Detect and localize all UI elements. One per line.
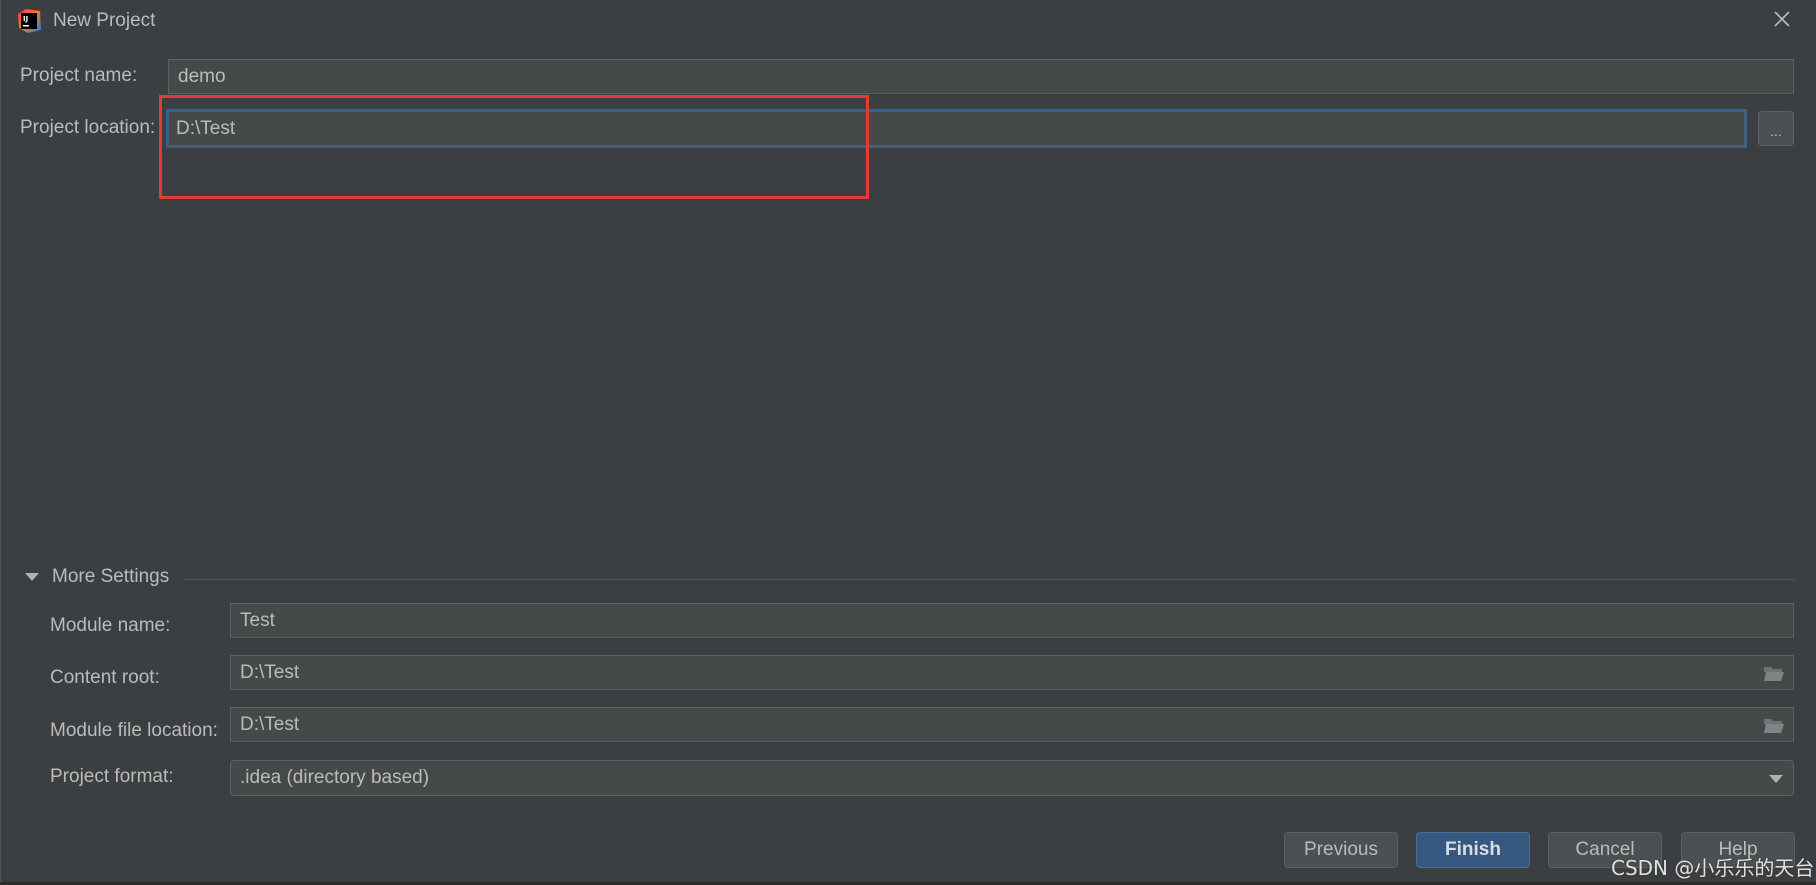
svg-text:IJ: IJ xyxy=(23,15,28,23)
folder-icon[interactable] xyxy=(1763,664,1785,682)
section-divider xyxy=(183,579,1795,580)
previous-button[interactable]: Previous xyxy=(1284,832,1398,868)
intellij-idea-icon: IJ xyxy=(18,9,41,33)
finish-button[interactable]: Finish xyxy=(1416,832,1530,868)
browse-button-label: ... xyxy=(1770,123,1782,139)
project-format-value: .idea (directory based) xyxy=(240,767,430,788)
content-root-input[interactable]: D:\Test xyxy=(230,655,1794,690)
project-location-label: Project location: xyxy=(20,117,156,138)
module-file-location-input[interactable]: D:\Test xyxy=(230,707,1794,742)
module-name-value: Test xyxy=(240,609,275,631)
project-name-value: demo xyxy=(178,65,226,87)
close-icon[interactable] xyxy=(1771,8,1793,30)
content-root-label: Content root: xyxy=(50,667,160,688)
project-format-select[interactable]: .idea (directory based) xyxy=(230,760,1794,796)
project-location-input[interactable]: D:\Test xyxy=(166,109,1747,148)
project-format-label: Project format: xyxy=(50,766,174,787)
module-file-location-label: Module file location: xyxy=(50,720,218,741)
module-file-location-value: D:\Test xyxy=(240,713,300,735)
more-settings-toggle[interactable]: More Settings xyxy=(52,566,169,588)
module-name-label: Module name: xyxy=(50,615,171,636)
project-name-label: Project name: xyxy=(20,65,138,86)
project-name-input[interactable]: demo xyxy=(168,59,1794,94)
module-name-input[interactable]: Test xyxy=(230,603,1794,638)
watermark-text: CSDN @小乐乐的天台 xyxy=(1611,856,1815,880)
dialog-title: New Project xyxy=(53,10,156,31)
collapse-arrow-icon[interactable] xyxy=(25,573,39,581)
browse-location-button[interactable]: ... xyxy=(1758,111,1794,146)
new-project-dialog: IJ New Project Project name: demo Projec… xyxy=(0,0,1816,882)
folder-icon[interactable] xyxy=(1763,716,1785,734)
content-root-value: D:\Test xyxy=(240,661,300,683)
chevron-down-icon xyxy=(1769,775,1783,783)
project-location-value: D:\Test xyxy=(176,117,236,139)
